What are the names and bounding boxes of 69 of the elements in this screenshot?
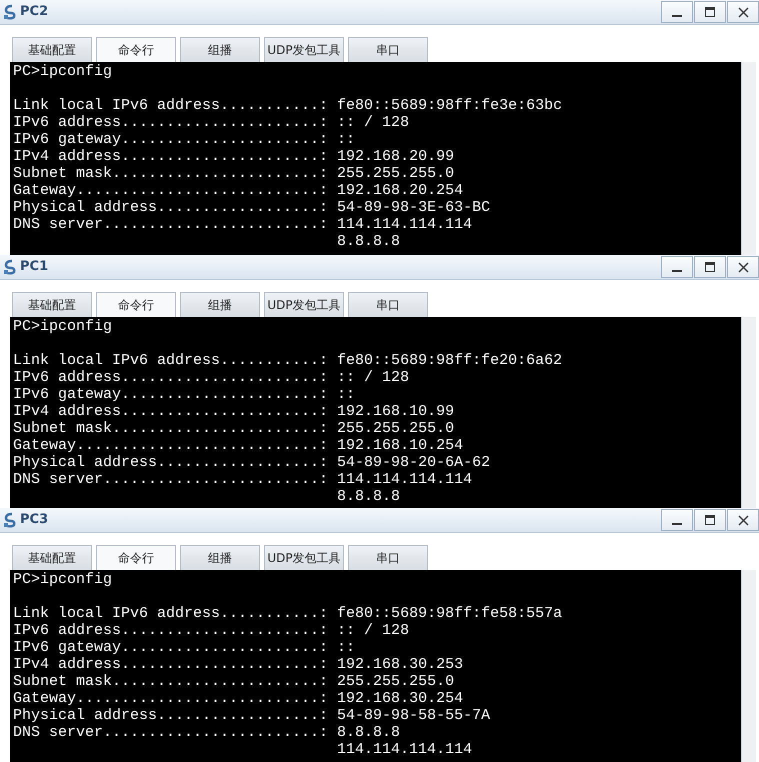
console-line: Physical address..................: 54-89-98-20-6A-62: [13, 454, 490, 471]
console-line: Subnet mask.......................: 255.255.255.0: [13, 165, 454, 182]
tab[interactable]: 串口: [348, 545, 428, 570]
minimize-button[interactable]: [661, 509, 693, 531]
console-line: IPv6 address......................: :: / 128: [13, 369, 410, 386]
window-title: PC3: [20, 511, 48, 530]
console-line: PC>ipconfig: [13, 571, 114, 588]
console-line: PC>ipconfig: [13, 63, 114, 80]
tab[interactable]: 串口: [348, 37, 428, 62]
app-icon: [3, 4, 17, 20]
minimize-button[interactable]: [661, 1, 693, 23]
console-line: Physical address..................: 54-89-98-3E-63-BC: [13, 199, 490, 216]
tab[interactable]: 组播: [180, 292, 260, 317]
tab[interactable]: UDP发包工具: [264, 292, 344, 317]
maximize-icon: [704, 261, 716, 273]
console-line: 8.8.8.8: [337, 233, 400, 250]
console-line: IPv4 address......................: 192.168.30.253: [13, 656, 464, 673]
maximize-icon: [704, 6, 716, 18]
tab[interactable]: UDP发包工具: [264, 37, 344, 62]
tab[interactable]: 组播: [180, 545, 260, 570]
console-line: IPv6 gateway......................: ::: [13, 131, 356, 148]
close-button[interactable]: [727, 256, 759, 278]
console-line: Gateway...........................: 192.168.30.254: [13, 690, 464, 707]
tab[interactable]: 组播: [180, 37, 260, 62]
maximize-button[interactable]: [694, 509, 726, 531]
maximize-button[interactable]: [694, 256, 726, 278]
minimize-button[interactable]: [661, 256, 693, 278]
app-icon: [3, 512, 17, 528]
console-line: DNS server........................: 8.8.8.8: [13, 724, 400, 741]
tab[interactable]: 基础配置: [12, 545, 92, 570]
close-icon: [738, 514, 748, 526]
console-line: 114.114.114.114: [337, 741, 472, 758]
tab[interactable]: 命令行: [96, 37, 176, 62]
console-line: Subnet mask.......................: 255.255.255.0: [13, 420, 454, 437]
console-line: PC>ipconfig: [13, 318, 114, 335]
console-line: Subnet mask.......................: 255.255.255.0: [13, 673, 454, 690]
tab[interactable]: UDP发包工具: [264, 545, 344, 570]
console-line: IPv6 gateway......................: ::: [13, 386, 356, 403]
window-title: PC2: [20, 3, 48, 22]
console-line: IPv6 address......................: :: / 128: [13, 114, 410, 131]
close-icon: [738, 262, 748, 272]
tab[interactable]: 基础配置: [12, 292, 92, 317]
tab[interactable]: 命令行: [96, 292, 176, 317]
console-line: DNS server........................: 114.114.114.114: [13, 471, 472, 488]
console-line: 8.8.8.8: [337, 488, 400, 505]
console-line: IPv4 address......................: 192.168.20.99: [13, 148, 454, 165]
console-line: Physical address..................: 54-89-98-58-55-7A: [13, 707, 490, 724]
console-line: Link local IPv6 address...........: fe80::5689:98ff:fe20:6a62: [13, 352, 562, 369]
tab[interactable]: 基础配置: [12, 37, 92, 62]
minimize-icon: [672, 15, 682, 17]
console-line: Gateway...........................: 192.168.20.254: [13, 182, 464, 199]
maximize-icon: [704, 514, 716, 526]
window-title: PC1: [20, 258, 48, 276]
minimize-icon: [672, 270, 682, 272]
console-line: IPv6 address......................: :: / 128: [13, 622, 410, 639]
tab[interactable]: 命令行: [96, 545, 176, 570]
console-line: DNS server........................: 114.114.114.114: [13, 216, 472, 233]
close-button[interactable]: [727, 1, 759, 23]
maximize-button[interactable]: [694, 1, 726, 23]
app-icon: [3, 259, 17, 275]
close-icon: [738, 6, 748, 18]
console-line: IPv6 gateway......................: ::: [13, 639, 356, 656]
tab[interactable]: 串口: [348, 292, 428, 317]
console-line: IPv4 address......................: 192.168.10.99: [13, 403, 454, 420]
console-line: Gateway...........................: 192.168.10.254: [13, 437, 464, 454]
minimize-icon: [672, 523, 682, 525]
console-line: Link local IPv6 address...........: fe80::5689:98ff:fe3e:63bc: [13, 97, 562, 114]
close-button[interactable]: [727, 509, 759, 531]
console-line: Link local IPv6 address...........: fe80::5689:98ff:fe58:557a: [13, 605, 562, 622]
